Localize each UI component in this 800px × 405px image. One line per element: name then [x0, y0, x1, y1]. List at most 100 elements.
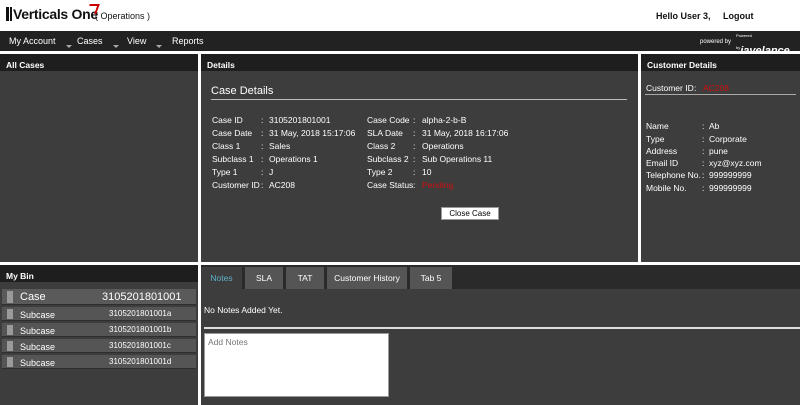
field-colon: : [261, 167, 264, 177]
bin-subcase-item[interactable]: Subcase 3105201801001d [2, 355, 196, 369]
field-colon: : [702, 121, 705, 131]
field-colon: : [413, 167, 416, 177]
customer-email-row: Email ID: xyz@xyz.com [646, 158, 762, 168]
field-label: Name [646, 121, 669, 131]
field-colon: : [702, 170, 705, 180]
field-colon: : [413, 128, 416, 138]
field-value: Operations [422, 141, 464, 151]
close-case-button[interactable]: Close Case [441, 207, 499, 220]
customer-address-row: Address: pune [646, 146, 728, 156]
bin-item-label: Subcase [20, 310, 56, 320]
nav-reports[interactable]: Reports [172, 36, 204, 46]
field-value: AC208 [269, 180, 295, 190]
field-colon: : [413, 141, 416, 151]
case-tabs-panel: Notes SLA TAT Customer History Tab 5 No … [201, 265, 800, 405]
field-label: Type [646, 134, 665, 144]
field-label: Class 1 [212, 141, 241, 151]
type1-row: Type 1: J [212, 167, 273, 177]
environment-label: ( Operations ) [95, 11, 151, 21]
field-colon: : [702, 134, 705, 144]
field-colon: : [413, 154, 416, 164]
bin-subcase-item[interactable]: Subcase 3105201801001c [2, 339, 196, 353]
customer-type-row: Type: Corporate [646, 134, 747, 144]
nav-my-account[interactable]: My Account [9, 36, 72, 48]
nav-view[interactable]: View [127, 36, 163, 48]
bin-item-label: Subcase [20, 358, 56, 368]
case-date-row: Case Date:31 May, 2018 15:17:06 [212, 128, 355, 138]
divider [211, 99, 627, 100]
field-colon: : [261, 180, 264, 190]
subclass2-row: Subclass 2: Sub Operations 11 [367, 154, 492, 164]
details-panel: Details Case Details Case ID:31052018010… [201, 54, 638, 262]
field-value: 31 May, 2018 15:17:06 [269, 128, 356, 138]
panel-title: Customer Details [641, 54, 800, 71]
field-label: Telephone No. [646, 170, 701, 180]
customer-name-row: Name: Ab [646, 121, 719, 131]
field-colon: : [702, 146, 705, 156]
case-file-icon [7, 291, 13, 303]
field-value: xyz@xyz.com [709, 158, 762, 168]
empty-notes-message: No Notes Added Yet. [204, 305, 283, 315]
greeting-text: Hello User 3, [656, 11, 711, 21]
bin-subcase-item[interactable]: Subcase 3105201801001a [2, 307, 196, 321]
main-nav: My Account Cases View Reports powered by… [0, 31, 800, 58]
app-logo[interactable]: Verticals One [6, 4, 100, 22]
field-colon: : [694, 83, 697, 93]
panel-title: Details [201, 54, 638, 71]
field-value: Sub Operations 11 [422, 154, 493, 164]
bin-item-number: 3105201801001d [109, 357, 172, 366]
bin-item-number: 3105201801001 [102, 291, 182, 303]
top-header: Verticals One ( Operations ) Hello User … [0, 0, 800, 31]
field-value: pune [709, 146, 728, 156]
logo-bar-icon [6, 7, 9, 21]
field-label: Case Status [367, 180, 414, 190]
case-details-title: Case Details [211, 85, 274, 97]
bin-case-item[interactable]: Case 3105201801001 [2, 289, 196, 305]
field-value: 999999999 [709, 183, 752, 193]
field-value: J [269, 167, 274, 177]
subcase-file-icon [7, 357, 13, 367]
field-label: Type 2 [367, 167, 393, 177]
my-bin-panel: My Bin Case 3105201801001 Subcase 310520… [0, 265, 198, 405]
tab-bar: Notes SLA TAT Customer History Tab 5 [201, 265, 800, 289]
field-colon: : [702, 183, 705, 193]
logout-link[interactable]: Logout [723, 11, 754, 21]
field-label: Type 1 [212, 167, 238, 177]
field-value: Operations 1 [269, 154, 318, 164]
field-colon: : [261, 154, 264, 164]
nav-cases[interactable]: Cases [77, 36, 119, 48]
subclass1-row: Subclass 1: Operations 1 [212, 154, 318, 164]
case-id-row: Case ID:3105201801001 [212, 115, 330, 125]
field-value: Sales [269, 141, 291, 151]
field-value: Corporate [709, 134, 747, 144]
bin-subcase-item[interactable]: Subcase 3105201801001b [2, 323, 196, 337]
customer-details-panel: Customer Details Customer ID: AC208 Name:… [641, 54, 800, 262]
field-value: 31 May, 2018 16:17:06 [422, 128, 509, 138]
field-value: 10 [422, 167, 432, 177]
field-label: Case ID [212, 115, 243, 125]
field-value: alpha-2-b-B [422, 115, 467, 125]
subcase-file-icon [7, 341, 13, 351]
class2-row: Class 2: Operations [367, 141, 464, 151]
all-cases-panel: All Cases [0, 54, 198, 262]
subcase-file-icon [7, 325, 13, 335]
add-notes-input[interactable] [204, 333, 389, 397]
user-area: Hello User 3, Logout [656, 11, 754, 21]
field-colon: : [261, 141, 264, 151]
chevron-down-icon [156, 45, 163, 48]
tab-5[interactable]: Tab 5 [410, 267, 452, 289]
tab-sla[interactable]: SLA [245, 267, 283, 289]
tab-notes[interactable]: Notes [201, 267, 242, 289]
chevron-down-icon [65, 45, 72, 48]
field-colon: : [261, 128, 264, 138]
customer-id-row: Customer ID: AC208 [212, 180, 295, 190]
bin-item-label: Subcase [20, 342, 56, 352]
field-label: Subclass 2 [367, 154, 409, 164]
sla-date-row: SLA Date:31 May, 2018 16:17:06 [367, 128, 508, 138]
field-label: Address [646, 146, 678, 156]
tab-customer-history[interactable]: Customer History [327, 267, 407, 289]
tab-tat[interactable]: TAT [286, 267, 324, 289]
notes-tab-content: No Notes Added Yet. [201, 289, 800, 405]
case-status-row: Case Status: Pending [367, 180, 453, 190]
field-colon: : [702, 158, 705, 168]
